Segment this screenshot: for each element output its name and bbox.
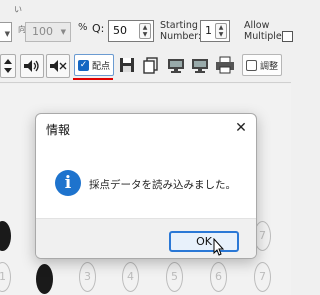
answer-bubble-filled bbox=[36, 264, 53, 294]
info-icon: i bbox=[55, 170, 81, 196]
zoom-select[interactable]: 100 ▼ bbox=[25, 22, 71, 42]
answer-bubble: 6 bbox=[210, 262, 227, 292]
adjust-toggle[interactable]: 調整 bbox=[242, 54, 282, 76]
small-label-1: い bbox=[14, 5, 22, 14]
q-value: 50 bbox=[113, 24, 127, 37]
spin-arrows-icon[interactable]: ▲ ▼ bbox=[139, 23, 151, 39]
allow-label-line1: Allow bbox=[244, 20, 270, 31]
answer-bubble: 4 bbox=[122, 262, 139, 292]
zoom-value: 100 bbox=[32, 25, 53, 38]
starting-label-line1: Starting bbox=[160, 20, 198, 31]
toolbar-top: ▼ い 向 100 ▼ % Q: 50 ▲ ▼ Starting Number: … bbox=[0, 0, 293, 48]
dialog-title: 情報 bbox=[46, 123, 71, 137]
ok-button[interactable]: OK bbox=[169, 231, 239, 252]
chevron-down-icon: ▼ bbox=[60, 28, 66, 36]
percent-label: % bbox=[78, 22, 88, 33]
toolbar-bottom: ✓ 配点 調整 bbox=[0, 50, 291, 80]
haiten-toggle[interactable]: ✓ 配点 bbox=[74, 54, 114, 76]
left-combo[interactable]: ▼ bbox=[0, 22, 12, 42]
starting-label-line2: Number: bbox=[160, 31, 202, 42]
dialog-body: i 採点データを読み込みました。 bbox=[36, 148, 256, 218]
copy-icon[interactable] bbox=[141, 54, 161, 78]
monitor-icon[interactable] bbox=[166, 54, 186, 78]
sound-on-icon[interactable] bbox=[20, 54, 44, 78]
adjust-checkbox[interactable] bbox=[246, 60, 257, 71]
red-underline bbox=[73, 78, 113, 80]
starting-number-spinner[interactable]: 1 ▲ ▼ bbox=[200, 20, 230, 42]
starting-value: 1 bbox=[205, 24, 212, 37]
mouse-cursor-icon bbox=[213, 238, 225, 256]
check-icon: ✓ bbox=[78, 60, 89, 71]
answer-bubble: 5 bbox=[166, 262, 183, 292]
q-label: Q: bbox=[92, 22, 105, 35]
adjust-label: 調整 bbox=[260, 62, 279, 72]
allow-multiple-checkbox[interactable] bbox=[282, 31, 293, 42]
spin-arrows-icon[interactable]: ▲ ▼ bbox=[215, 23, 227, 39]
monitor-icon[interactable] bbox=[190, 54, 210, 78]
dialog-message: 採点データを読み込みました。 bbox=[89, 179, 236, 191]
q-spinner[interactable]: 50 ▲ ▼ bbox=[108, 20, 154, 42]
haiten-label: 配点 bbox=[92, 62, 111, 72]
close-icon[interactable]: ✕ bbox=[232, 119, 250, 137]
answer-bubble: 3 bbox=[79, 262, 96, 292]
chevron-down-icon: ▼ bbox=[4, 30, 10, 38]
save-icon[interactable] bbox=[117, 54, 137, 78]
spin-icon[interactable] bbox=[0, 54, 16, 78]
starting-number-label: Starting Number: bbox=[160, 20, 201, 42]
answer-bubble: 7 bbox=[254, 262, 271, 292]
printer-icon[interactable] bbox=[214, 54, 236, 78]
sound-mute-icon[interactable] bbox=[46, 54, 70, 78]
toolbar-divider bbox=[0, 82, 291, 83]
